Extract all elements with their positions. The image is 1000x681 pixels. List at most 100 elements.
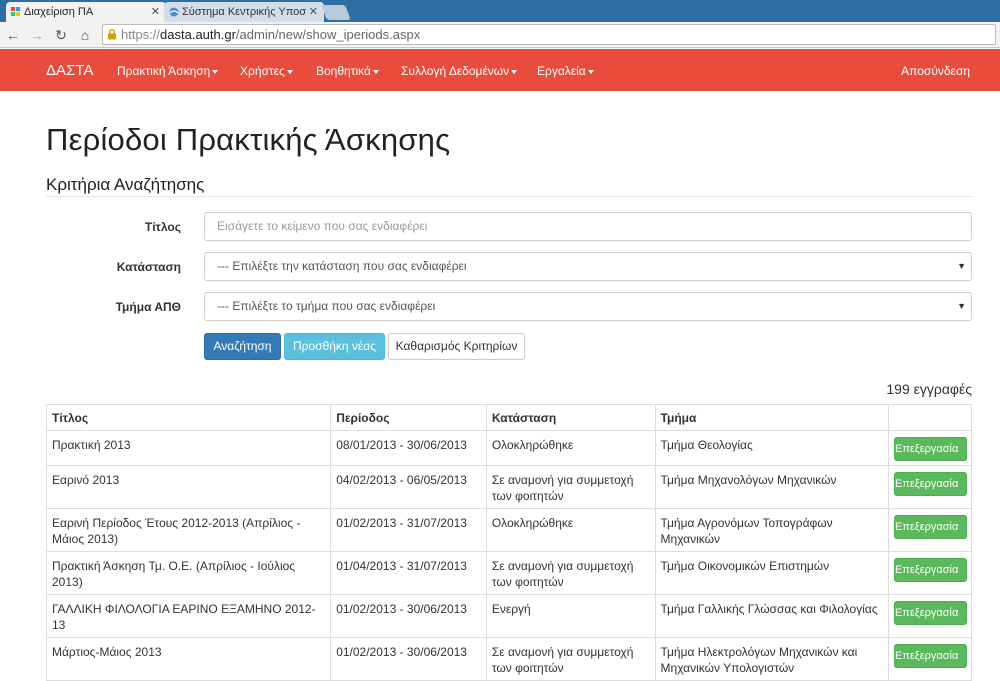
select-arrow-icon: ▼ — [957, 301, 966, 311]
close-tab-icon[interactable]: ✕ — [309, 5, 318, 18]
menu-label: Χρήστες — [240, 64, 285, 78]
edit-button[interactable]: Επεξεργασία — [893, 644, 967, 668]
app-navbar: ΔΑΣΤΑ Πρακτική Άσκηση Χρήστες Βοηθητικά … — [0, 49, 1000, 91]
browser-tab-title: Σύστημα Κεντρικής Υποσ — [182, 6, 307, 18]
cell-dept: Τμήμα Θεολογίας — [654, 430, 889, 466]
caret-down-icon — [587, 69, 594, 74]
edit-button[interactable]: Επεξεργασία — [893, 558, 967, 582]
menu-users[interactable]: Χρήστες — [240, 64, 293, 78]
menu-internship[interactable]: Πρακτική Άσκηση — [117, 64, 219, 78]
caret-down-icon — [511, 69, 518, 74]
table-row: Πρακτική 2013 08/01/2013 - 30/06/2013 Ολ… — [45, 430, 973, 466]
app-favicon-icon — [11, 7, 20, 16]
cell-title: Πρακτική 2013 — [45, 430, 332, 466]
browser-tabstrip: Διαχείριση ΠΑ ✕ Σύστημα Κεντρικής Υποσ ✕ — [0, 0, 1000, 22]
title-label: Τίτλος — [144, 220, 181, 234]
cell-period: 04/02/2013 - 06/05/2013 — [330, 465, 487, 509]
table-header-row: Τίτλος Περίοδος Κατάσταση Τμήμα — [45, 404, 973, 431]
caret-down-icon — [372, 69, 379, 74]
select-arrow-icon: ▼ — [957, 261, 966, 271]
cell-status: Σε αναμονή για συμμετοχή των φοιτητών — [485, 637, 656, 681]
column-header-dept: Τμήμα — [654, 404, 889, 431]
cell-actions: Επεξεργασία — [887, 551, 973, 595]
browser-tab-active[interactable]: Διαχείριση ΠΑ ✕ — [6, 2, 166, 22]
edit-button[interactable]: Επεξεργασία — [893, 437, 967, 461]
edit-button[interactable]: Επεξεργασία — [893, 515, 967, 539]
home-icon[interactable]: ⌂ — [76, 26, 94, 44]
status-label: Κατάσταση — [116, 260, 181, 274]
dept-select[interactable]: --- Επιλέξτε το τμήμα που σας ενδιαφέρει… — [204, 292, 972, 321]
cell-dept: Τμήμα Οικονομικών Επιστημών — [654, 551, 889, 595]
results-table: Τίτλος Περίοδος Κατάσταση Τμήμα Πρακτική… — [45, 404, 973, 681]
column-header-period: Περίοδος — [330, 404, 487, 431]
title-input[interactable]: Εισάγετε το κείμενο που σας ενδιαφέρει — [204, 212, 972, 241]
column-header-status: Κατάσταση — [485, 404, 656, 431]
cell-period: 01/04/2013 - 31/07/2013 — [330, 551, 487, 595]
cell-title: Μάρτιος-Μάιος 2013 — [45, 637, 332, 681]
status-selected-value: --- Επιλέξτε την κατάσταση που σας ενδια… — [217, 259, 467, 273]
cell-title: Εαρινό 2013 — [45, 465, 332, 509]
cell-status: Ενεργή — [485, 594, 656, 638]
brand-link[interactable]: ΔΑΣΤΑ — [46, 62, 93, 79]
menu-tools[interactable]: Εργαλεία — [537, 64, 594, 78]
menu-data-collection[interactable]: Συλλογή Δεδομένων — [401, 64, 518, 78]
table-row: Εαρινή Περίοδος Έτους 2012-2013 (Απρίλιο… — [45, 508, 973, 552]
cell-actions: Επεξεργασία — [887, 637, 973, 681]
cell-status: Σε αναμονή για συμμετοχή των φοιτητών — [485, 551, 656, 595]
menu-label: Πρακτική Άσκηση — [117, 64, 211, 78]
menu-label: Συλλογή Δεδομένων — [401, 64, 510, 78]
lock-icon — [108, 29, 116, 40]
url-host: dasta.auth.gr — [160, 27, 236, 42]
cell-title: ΓΑΛΛΙΚΗ ΦΙΛΟΛΟΓΙΑ ΕΑΡΙΝΟ ΕΞΑΜΗΝΟ 2012-13 — [45, 594, 332, 638]
search-criteria-heading: Κριτήρια Αναζήτησης — [46, 175, 205, 194]
back-icon[interactable]: ← — [4, 26, 22, 44]
table-row: Πρακτική Άσκηση Τμ. Ο.Ε. (Απρίλιος - Ιού… — [45, 551, 973, 595]
table-row: Εαρινό 2013 04/02/2013 - 06/05/2013 Σε α… — [45, 465, 973, 509]
column-header-actions — [887, 404, 973, 431]
cell-title: Εαρινή Περίοδος Έτους 2012-2013 (Απρίλιο… — [45, 508, 332, 552]
search-button[interactable]: Αναζήτηση — [204, 333, 281, 360]
caret-down-icon — [212, 69, 219, 74]
status-select[interactable]: --- Επιλέξτε την κατάσταση που σας ενδια… — [204, 252, 972, 281]
menu-label: Εργαλεία — [537, 64, 586, 78]
logout-link[interactable]: Αποσύνδεση — [901, 64, 970, 78]
page-title: Περίοδοι Πρακτικής Άσκησης — [46, 122, 451, 157]
column-header-title: Τίτλος — [45, 404, 332, 431]
close-tab-icon[interactable]: ✕ — [151, 5, 160, 18]
table-row: Μάρτιος-Μάιος 2013 01/02/2013 - 30/06/20… — [45, 637, 973, 681]
reload-icon[interactable]: ↻ — [52, 26, 70, 44]
record-count: 199 εγγραφές — [886, 381, 972, 397]
url-scheme: https:// — [121, 27, 161, 42]
divider — [46, 196, 972, 197]
browser-toolbar: ← → ↻ ⌂ https://dasta.auth.gr/admin/new/… — [0, 22, 1000, 48]
cell-dept: Τμήμα Γαλλικής Γλώσσας και Φιλολογίας — [654, 594, 889, 638]
menu-label: Βοηθητικά — [316, 64, 371, 78]
cell-dept: Τμήμα Ηλεκτρολόγων Μηχανικών και Μηχανικ… — [654, 637, 889, 681]
add-new-button[interactable]: Προσθήκη νέας — [284, 333, 385, 360]
edit-button[interactable]: Επεξεργασία — [893, 472, 967, 496]
url-path: /admin/new/show_iperiods.aspx — [235, 27, 421, 42]
clear-criteria-button[interactable]: Καθαρισμός Κριτηρίων — [388, 333, 525, 360]
table-row: ΓΑΛΛΙΚΗ ΦΙΛΟΛΟΓΙΑ ΕΑΡΙΝΟ ΕΞΑΜΗΝΟ 2012-13… — [45, 594, 973, 638]
cell-status: Ολοκληρώθηκε — [485, 430, 656, 466]
cell-actions: Επεξεργασία — [887, 508, 973, 552]
cell-period: 01/02/2013 - 30/06/2013 — [330, 637, 487, 681]
cell-status: Σε αναμονή για συμμετοχή των φοιτητών — [485, 465, 656, 509]
cell-period: 01/02/2013 - 30/06/2013 — [330, 594, 487, 638]
forward-icon[interactable]: → — [28, 26, 46, 44]
caret-down-icon — [286, 69, 293, 74]
cell-actions: Επεξεργασία — [887, 465, 973, 509]
edit-button[interactable]: Επεξεργασία — [893, 601, 967, 625]
browser-tab-title: Διαχείριση ΠΑ — [24, 6, 94, 18]
new-tab-button[interactable] — [321, 5, 351, 20]
browser-tab[interactable]: Σύστημα Κεντρικής Υποσ ✕ — [164, 2, 324, 22]
cell-dept: Τμήμα Αγρονόμων Τοπογράφων Μηχανικών — [654, 508, 889, 552]
site-favicon-icon — [169, 7, 179, 17]
cell-dept: Τμήμα Μηχανολόγων Μηχανικών — [654, 465, 889, 509]
menu-auxiliary[interactable]: Βοηθητικά — [316, 64, 379, 78]
address-bar[interactable]: https://dasta.auth.gr/admin/new/show_ipe… — [102, 24, 996, 45]
dept-selected-value: --- Επιλέξτε το τμήμα που σας ενδιαφέρει — [217, 299, 436, 313]
cell-period: 01/02/2013 - 31/07/2013 — [330, 508, 487, 552]
cell-actions: Επεξεργασία — [887, 594, 973, 638]
dept-label: Τμήμα ΑΠΘ — [115, 300, 181, 314]
